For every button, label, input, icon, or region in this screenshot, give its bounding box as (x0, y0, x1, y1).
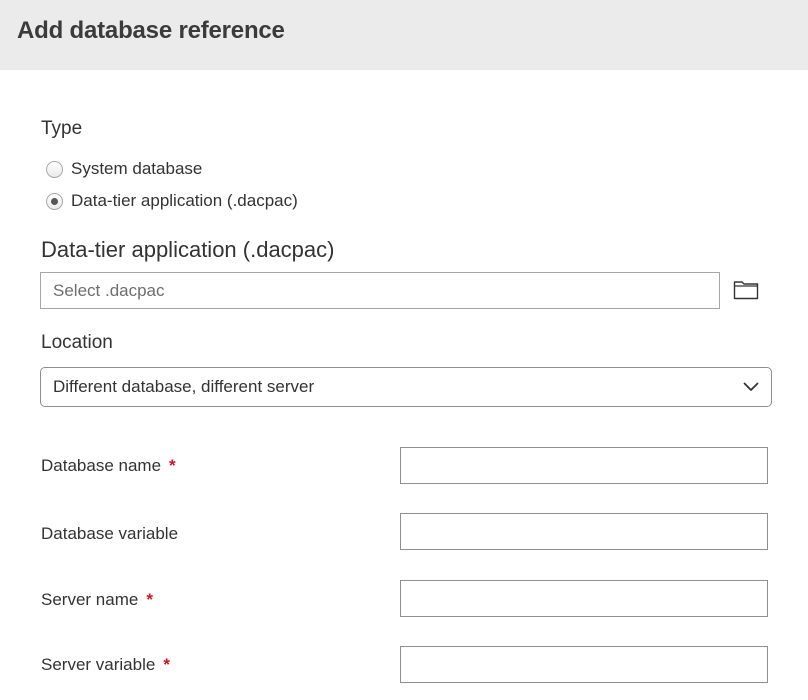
dacpac-path-input[interactable] (40, 272, 720, 309)
required-indicator: * (163, 655, 170, 674)
required-indicator: * (146, 590, 153, 609)
required-indicator: * (169, 456, 176, 475)
radio-label-dacpac: Data-tier application (.dacpac) (71, 191, 298, 210)
radio-button-checked[interactable] (46, 192, 63, 210)
server-variable-input[interactable] (400, 646, 768, 683)
database-variable-input[interactable] (400, 513, 768, 550)
server-variable-label: Server variable * (41, 655, 170, 674)
database-name-label: Database name * (41, 456, 176, 475)
server-name-label: Server name * (41, 590, 153, 609)
database-variable-label: Database variable (41, 524, 179, 543)
database-name-input[interactable] (400, 447, 768, 484)
dialog-header: Add database reference (0, 0, 808, 70)
location-selected-value: Different database, different server (53, 377, 315, 396)
type-label: Type (41, 118, 83, 139)
chevron-down-icon (743, 382, 759, 391)
browse-dacpac-button[interactable] (733, 280, 763, 304)
radio-system-database[interactable]: System database (46, 158, 202, 180)
dacpac-section-label: Data-tier application (.dacpac) (41, 237, 335, 262)
server-name-input[interactable] (400, 580, 768, 617)
location-label: Location (41, 332, 113, 353)
location-dropdown[interactable]: Different database, different server (40, 367, 772, 407)
radio-button-unchecked[interactable] (46, 160, 63, 178)
folder-icon (733, 281, 759, 300)
radio-label-system-database: System database (71, 159, 203, 178)
radio-dacpac[interactable]: Data-tier application (.dacpac) (46, 190, 298, 212)
dialog-title: Add database reference (17, 17, 285, 44)
